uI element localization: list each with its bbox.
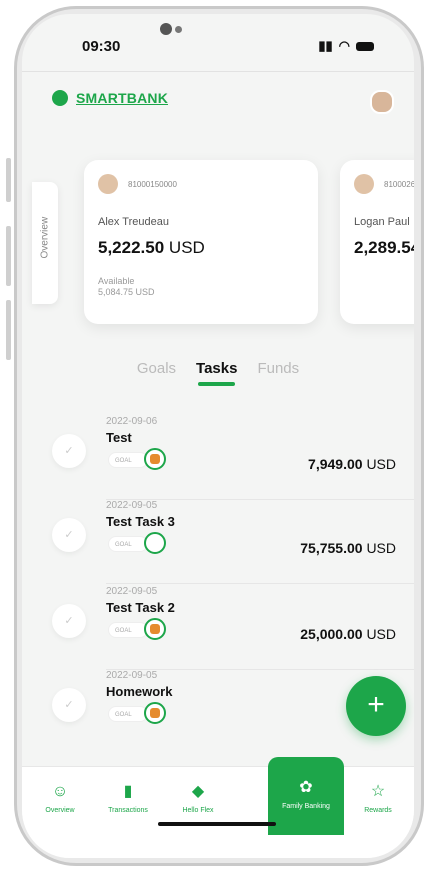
camera-icon bbox=[160, 23, 172, 35]
task-amount-value: 7,949.00 bbox=[308, 456, 363, 472]
brand-name: SMARTBANK bbox=[76, 90, 169, 106]
task-row[interactable]: ✓ 2022-09-06 Test GOAL 7,949.00 USD bbox=[22, 416, 414, 500]
active-tab-indicator bbox=[198, 382, 236, 386]
account-number: 8100026 bbox=[384, 180, 414, 189]
phone-volume-down bbox=[6, 300, 11, 360]
nav-hello-flex-label: Hello Flex bbox=[182, 807, 214, 814]
wifi-icon: ◠ bbox=[338, 38, 350, 53]
leaf-icon: ✿ bbox=[299, 779, 313, 796]
tab-goals[interactable]: Goals bbox=[137, 360, 176, 377]
task-amount: 75,755.00 USD bbox=[300, 540, 396, 556]
available-label: Available bbox=[98, 276, 135, 286]
goal-badge: GOAL bbox=[108, 706, 148, 722]
task-amount-value: 25,000.00 bbox=[300, 626, 363, 642]
home-indicator bbox=[158, 822, 276, 826]
goal-badge: GOAL bbox=[108, 452, 148, 468]
tab-funds[interactable]: Funds bbox=[257, 360, 299, 377]
balance-amount: 2,289.54 bbox=[354, 238, 414, 257]
nav-family-banking[interactable]: ✿ Family Banking bbox=[268, 757, 344, 835]
battery-icon bbox=[356, 41, 374, 51]
task-date: 2022-09-06 bbox=[106, 416, 158, 427]
overview-side-tab[interactable]: Overview bbox=[32, 182, 58, 304]
account-card[interactable]: 81000150000 Alex Treudeau 5,222.50 USD A… bbox=[84, 160, 318, 324]
task-amount: 25,000.00 USD bbox=[300, 626, 396, 642]
goal-badge: GOAL bbox=[108, 622, 148, 638]
task-title: Test bbox=[106, 430, 132, 445]
task-title: Test Task 3 bbox=[106, 514, 175, 529]
available-value: 5,084.75 USD bbox=[98, 287, 155, 297]
goal-icon bbox=[144, 448, 166, 470]
profile-avatar[interactable] bbox=[370, 90, 394, 114]
status-time: 09:30 bbox=[82, 37, 121, 55]
tab-tasks-label: Tasks bbox=[196, 360, 238, 377]
account-number: 81000150000 bbox=[128, 180, 177, 189]
nav-rewards-label: Rewards bbox=[364, 807, 392, 814]
section-tabs: Goals Tasks Funds bbox=[22, 360, 414, 386]
row-divider bbox=[106, 583, 414, 584]
task-date: 2022-09-05 bbox=[106, 586, 158, 597]
signal-icon: ▮▮ bbox=[318, 38, 333, 53]
account-balance: 2,289.54 bbox=[354, 238, 414, 258]
goal-icon bbox=[144, 702, 166, 724]
task-amount-currency: USD bbox=[366, 540, 396, 556]
header-divider bbox=[22, 71, 414, 72]
phone-volume-up bbox=[6, 226, 11, 286]
avatar bbox=[354, 174, 374, 194]
goal-badge: GOAL bbox=[108, 536, 148, 552]
task-amount: 7,949.00 USD bbox=[308, 456, 396, 472]
tab-tasks[interactable]: Tasks bbox=[196, 360, 238, 386]
phone-side-button bbox=[6, 158, 11, 202]
task-row[interactable]: ✓ 2022-09-05 Test Task 2 GOAL 25,000.00 … bbox=[22, 586, 414, 670]
task-date: 2022-09-05 bbox=[106, 670, 158, 681]
nav-transactions[interactable]: ▮ Transactions bbox=[96, 775, 160, 814]
nav-family-banking-content: ✿ Family Banking bbox=[274, 771, 338, 810]
goal-icon bbox=[144, 618, 166, 640]
task-amount-currency: USD bbox=[366, 456, 396, 472]
task-check-icon[interactable]: ✓ bbox=[52, 688, 86, 722]
add-task-button[interactable]: + bbox=[346, 676, 406, 736]
sensor-icon bbox=[175, 26, 182, 33]
overview-side-tab-label: Overview bbox=[39, 216, 51, 259]
task-row[interactable]: ✓ 2022-09-05 Test Task 3 GOAL 75,755.00 … bbox=[22, 500, 414, 584]
account-holder-name: Alex Treudeau bbox=[98, 216, 169, 228]
star-icon: ☆ bbox=[370, 783, 386, 800]
app-screen: 09:30 ▮▮ ◠ SMARTBANK Overview 8100015000… bbox=[22, 14, 414, 858]
user-circle-icon: ☺ bbox=[51, 783, 69, 800]
task-title: Test Task 2 bbox=[106, 600, 175, 615]
account-balance: 5,222.50 USD bbox=[98, 238, 205, 258]
nav-overview-label: Overview bbox=[45, 807, 75, 814]
brand-dot-icon bbox=[52, 90, 68, 106]
status-icons: ▮▮ ◠ bbox=[318, 38, 374, 54]
avatar bbox=[98, 174, 118, 194]
task-check-icon[interactable]: ✓ bbox=[52, 604, 86, 638]
task-amount-currency: USD bbox=[366, 626, 396, 642]
nav-rewards[interactable]: ☆ Rewards bbox=[346, 775, 410, 814]
account-card[interactable]: 8100026 Logan Paul 2,289.54 bbox=[340, 160, 414, 324]
bottom-navigation: ☺ Overview ▮ Transactions ◆ Hello Flex ✿… bbox=[22, 757, 414, 858]
task-check-icon[interactable]: ✓ bbox=[52, 434, 86, 468]
task-amount-value: 75,755.00 bbox=[300, 540, 363, 556]
task-check-icon[interactable]: ✓ bbox=[52, 518, 86, 552]
goal-icon bbox=[144, 532, 166, 554]
task-date: 2022-09-05 bbox=[106, 500, 158, 511]
nav-overview[interactable]: ☺ Overview bbox=[28, 775, 92, 814]
balance-currency: USD bbox=[168, 238, 205, 257]
handshake-icon: ◆ bbox=[191, 783, 205, 800]
task-title: Homework bbox=[106, 684, 173, 699]
balance-amount: 5,222.50 bbox=[98, 238, 165, 257]
bar-chart-icon: ▮ bbox=[123, 783, 133, 800]
nav-family-banking-label: Family Banking bbox=[282, 803, 330, 810]
status-bar: 09:30 ▮▮ ◠ bbox=[82, 36, 374, 56]
nav-transactions-label: Transactions bbox=[108, 807, 148, 814]
brand-logo[interactable]: SMARTBANK bbox=[52, 90, 168, 106]
nav-hello-flex[interactable]: ◆ Hello Flex bbox=[166, 775, 230, 814]
account-holder-name: Logan Paul bbox=[354, 216, 410, 228]
